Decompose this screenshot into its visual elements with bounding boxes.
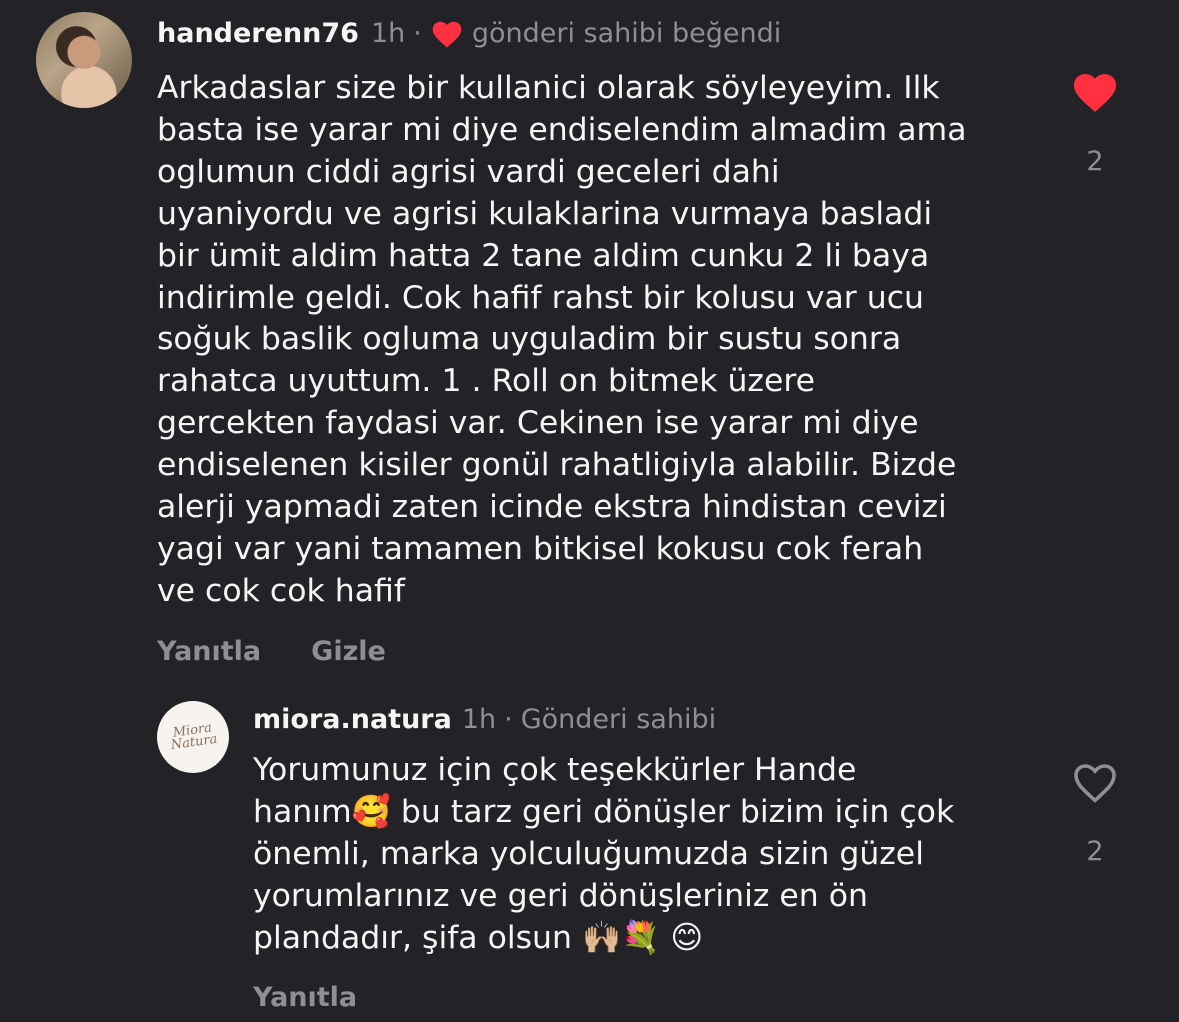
author-liked-heart-icon xyxy=(432,21,462,48)
like-heart-outline-icon[interactable] xyxy=(1071,760,1119,804)
reply-username[interactable]: miora.natura xyxy=(253,704,452,735)
comment-username[interactable]: handerenn76 xyxy=(157,18,359,49)
reply-text-line: yorumlarınız ve geri dönüşleriniz en ön xyxy=(253,877,868,914)
comment-text-line: soğuk baslik ogluma uyguladim bir sustu … xyxy=(157,321,902,358)
comment-text: Arkadaslar size bir kullanici olarak söy… xyxy=(157,68,967,613)
comment-header: handerenn76 1h · gönderi sahibi beğendi xyxy=(157,18,781,49)
like-count: 2 xyxy=(1086,146,1104,177)
brand-logo-text: Miora Natura xyxy=(169,720,218,754)
comment-text-line: indirimle geldi. Cok hafif rahst bir kol… xyxy=(157,279,924,316)
reply-item: Miora Natura miora.natura 1h · Gönderi sa… xyxy=(0,690,1179,1022)
separator-dot: · xyxy=(504,704,513,735)
comment-text-line: gercekten faydasi var. Cekinen ise yarar… xyxy=(157,405,919,442)
author-liked-label: gönderi sahibi beğendi xyxy=(471,18,782,49)
like-count: 2 xyxy=(1086,836,1104,867)
reply-header: miora.natura 1h · Gönderi sahibi xyxy=(253,704,716,735)
reply-button[interactable]: Yanıtla xyxy=(253,982,357,1013)
comment-text-line: Arkadaslar size bir kullanici olarak söy… xyxy=(157,70,940,106)
hide-button[interactable]: Gizle xyxy=(311,636,386,667)
comment-text-line: basta ise yarar mi diye endiselendim alm… xyxy=(157,111,967,148)
comment-text-line: rahatca uyuttum. 1 . Roll on bitmek üzer… xyxy=(157,363,815,400)
brand-avatar[interactable]: Miora Natura xyxy=(157,701,229,773)
reply-text-line: hanım🥰 bu tarz geri dönüşler bizim için … xyxy=(253,793,955,830)
reply-button[interactable]: Yanıtla xyxy=(157,636,261,667)
comment-time: 1h xyxy=(370,18,406,49)
comment-text-line: ve cok cok hafif xyxy=(157,572,405,609)
comment-text-line: bir ümit aldim hatta 2 tane aldim cunku … xyxy=(157,237,930,274)
comment-text-line: endiselenen kisiler gonül rahatligiyla a… xyxy=(157,447,957,484)
reply-text-line: önemli, marka yolculuğumuzda sizin güzel xyxy=(253,835,924,872)
reply-text-line: plandadır, şifa olsun 🙌🏼💐 😊 xyxy=(253,919,704,956)
comment-actions: Yanıtla Gizle xyxy=(157,636,436,667)
comment-item: handerenn76 1h · gönderi sahibi beğendi … xyxy=(0,0,1179,690)
reply-actions: Yanıtla xyxy=(253,982,407,1013)
comment-text-line: yagi var yani tamamen bitkisel kokusu co… xyxy=(157,530,924,567)
comment-text-line: uyaniyordu ve agrisi kulaklarina vurmaya… xyxy=(157,195,933,232)
reply-text-line: Yorumunuz için çok teşekkürler Hande xyxy=(253,752,857,788)
comment-text-line: oglumun ciddi agrisi vardi geceleri dahi xyxy=(157,153,780,190)
reply-text: Yorumunuz için çok teşekkürler Hande han… xyxy=(253,750,954,960)
reply-time: 1h xyxy=(461,704,497,735)
like-heart-filled-icon[interactable] xyxy=(1071,70,1119,114)
user-avatar[interactable] xyxy=(36,12,132,108)
comment-text-line: alerji yapmadi zaten icinde ekstra hindi… xyxy=(157,489,947,526)
author-badge: Gönderi sahibi xyxy=(520,704,717,735)
separator-dot: · xyxy=(413,18,422,49)
